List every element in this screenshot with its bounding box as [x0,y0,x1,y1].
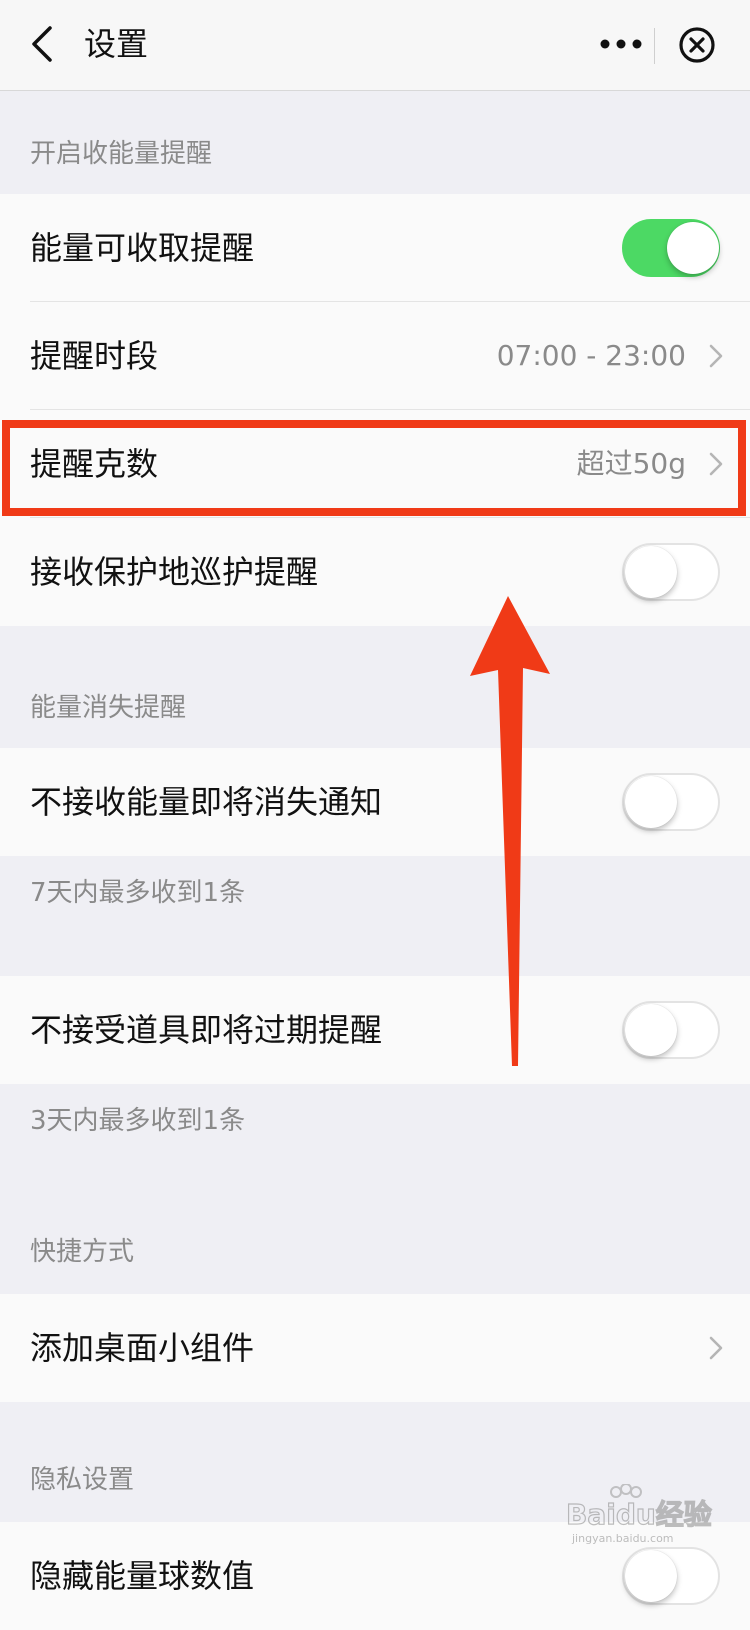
toggle-knob [625,546,677,598]
section-label-shortcut: 快捷方式 [30,1237,135,1267]
toggle-knob [667,222,719,274]
row-patrol-reminder: 接收保护地巡护提醒 [0,518,750,626]
row-item-expire: 不接受道具即将过期提醒 [0,976,750,1084]
vanish-notice-toggle[interactable] [622,773,720,831]
row-add-widget[interactable]: 添加桌面小组件 [0,1294,750,1402]
chevron-right-icon [709,1336,723,1360]
back-arrow-icon[interactable] [22,22,66,66]
patrol-reminder-toggle[interactable] [622,543,720,601]
collectable-reminder-toggle[interactable] [622,219,720,277]
reminder-grams-value: 超过50g [576,447,686,480]
nav-header: 设置 [0,0,750,91]
row-label: 不接受道具即将过期提醒 [30,1011,383,1049]
row-reminder-period[interactable]: 提醒时段 07:00 - 23:00 [0,302,750,410]
toggle-knob [625,1004,677,1056]
row-reminder-grams[interactable]: 提醒克数 超过50g [0,410,750,518]
row-label: 提醒克数 [30,445,159,483]
more-icon[interactable] [596,26,646,62]
close-icon[interactable] [678,26,716,64]
section-label-energy-collect: 开启收能量提醒 [30,139,213,169]
reminder-period-value: 07:00 - 23:00 [496,339,686,372]
row-vanish-notice: 不接收能量即将消失通知 [0,748,750,856]
toggle-knob [625,1550,677,1602]
item-expire-toggle[interactable] [622,1001,720,1059]
section-label-privacy: 隐私设置 [30,1465,135,1495]
toggle-knob [625,776,677,828]
chevron-right-icon [709,344,723,368]
section-label-energy-vanish: 能量消失提醒 [30,693,187,723]
row-label: 接收保护地巡护提醒 [30,553,319,591]
row-label: 不接收能量即将消失通知 [30,783,383,821]
hide-energy-toggle[interactable] [622,1547,720,1605]
row-label: 添加桌面小组件 [30,1329,255,1367]
row-label: 提醒时段 [30,337,159,375]
row-label: 隐藏能量球数值 [30,1557,255,1595]
expire-note: 3天内最多收到1条 [30,1106,246,1136]
row-hide-energy: 隐藏能量球数值 [0,1522,750,1630]
chevron-right-icon [709,452,723,476]
row-label: 能量可收取提醒 [30,229,255,267]
vanish-note: 7天内最多收到1条 [30,878,246,908]
page-title: 设置 [84,25,149,63]
header-divider [654,28,655,64]
row-collectable-reminder: 能量可收取提醒 [0,194,750,302]
